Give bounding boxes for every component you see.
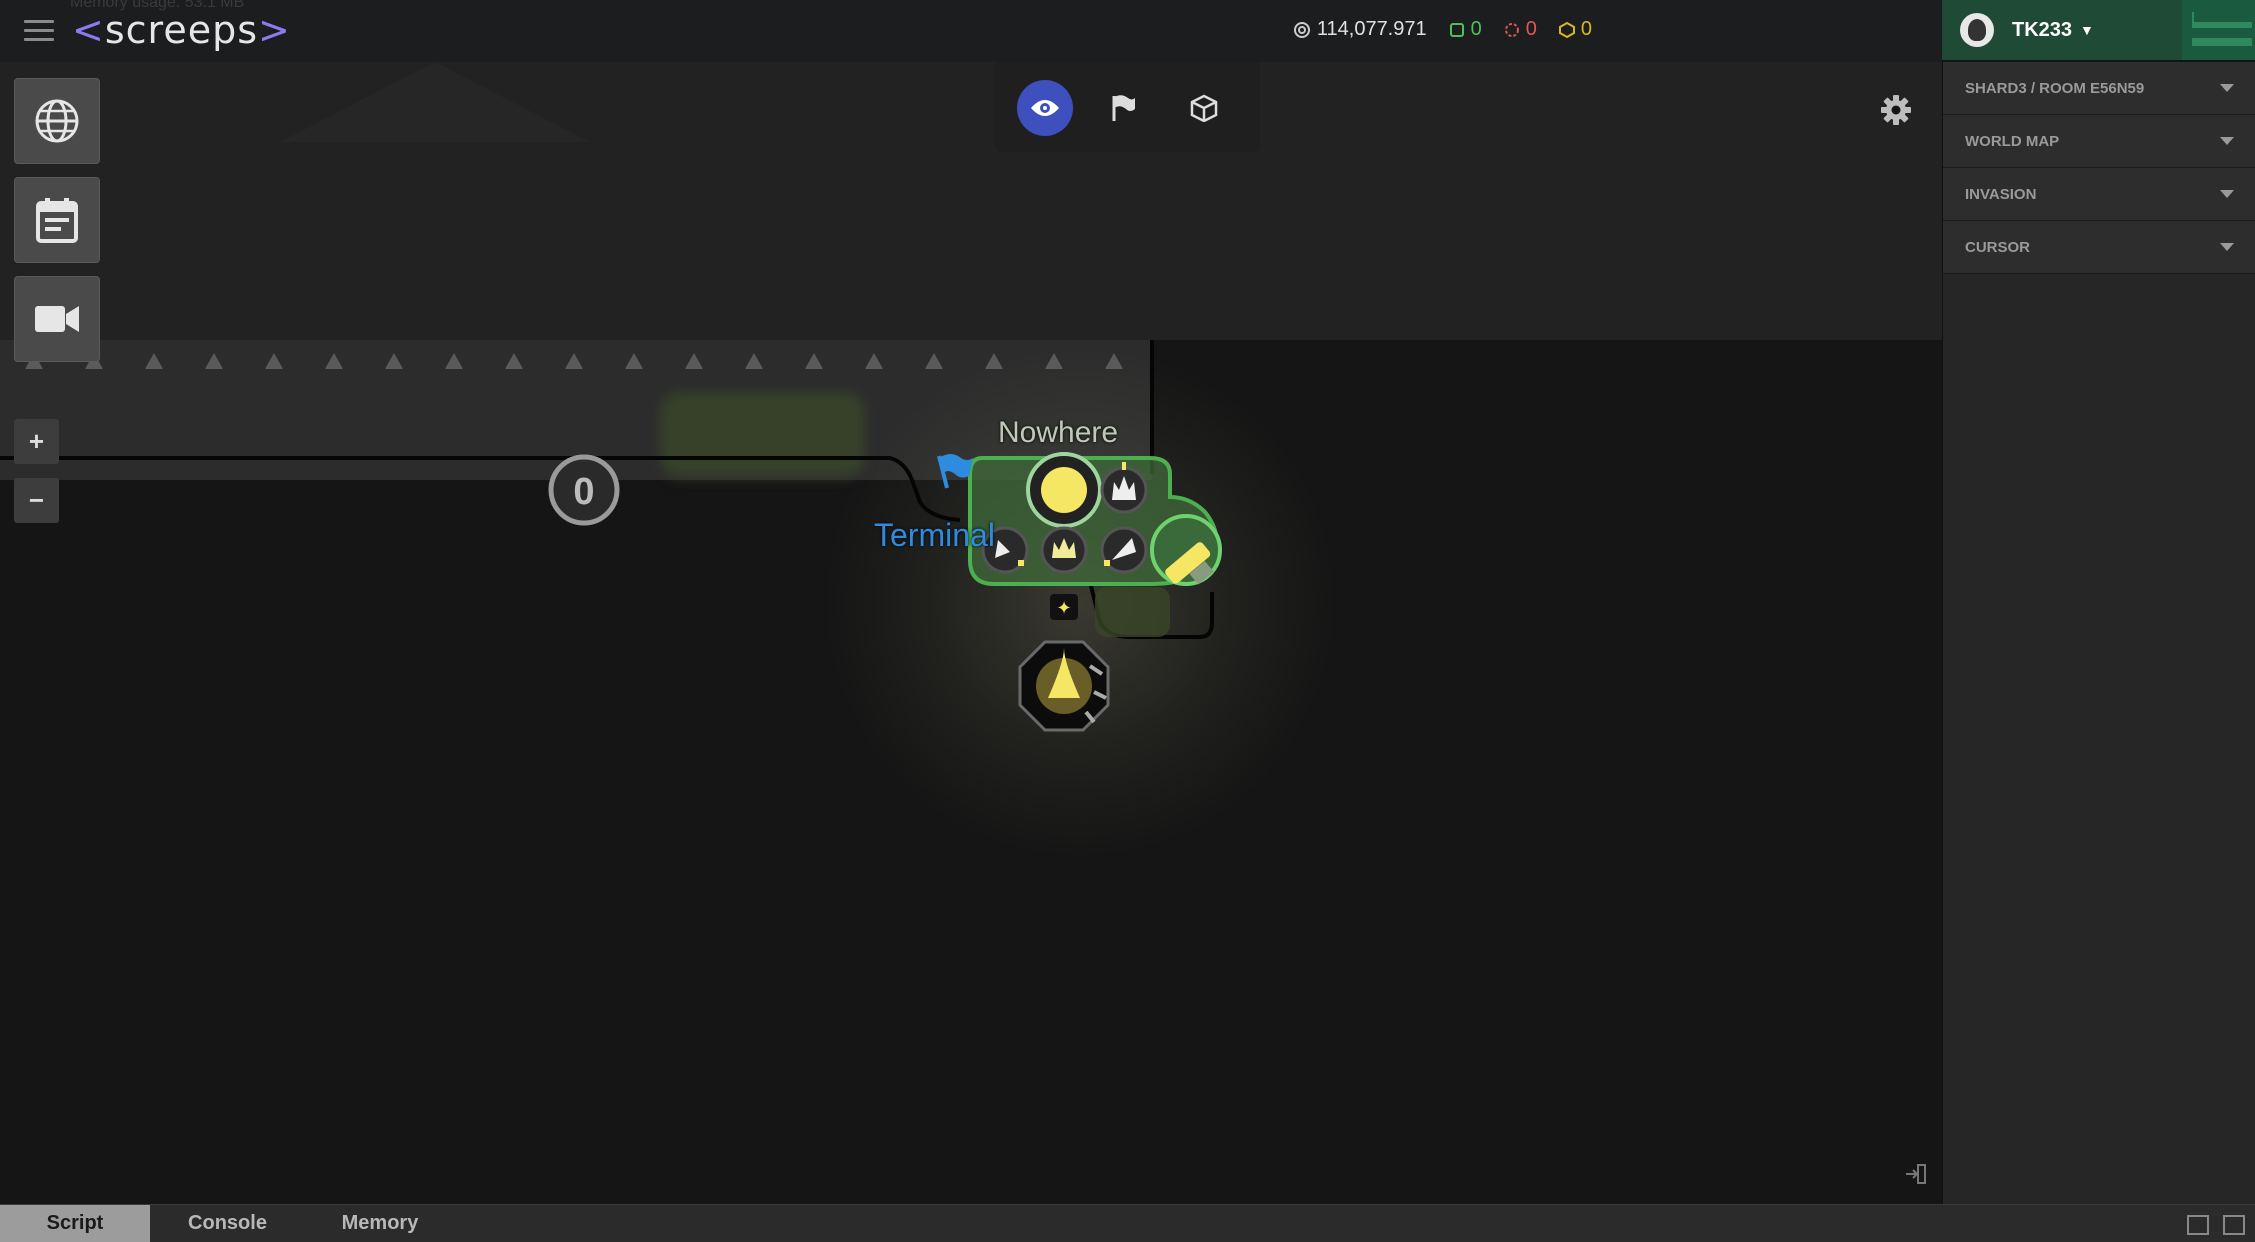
power-value: 0 bbox=[1525, 18, 1537, 40]
cpu[interactable]: 0 bbox=[1449, 18, 1482, 41]
zoom-in-button[interactable]: + bbox=[14, 419, 59, 464]
flag-icon bbox=[1112, 95, 1135, 121]
gear-icon[interactable] bbox=[1880, 94, 1912, 126]
spawn-energy bbox=[1041, 467, 1087, 513]
credits-icon bbox=[1293, 21, 1310, 38]
menu-icon[interactable] bbox=[24, 20, 54, 42]
bottom-bar: Script Console Memory bbox=[0, 1204, 2255, 1242]
tab-script[interactable]: Script bbox=[0, 1205, 150, 1242]
logo[interactable]: <screeps> bbox=[72, 8, 291, 52]
mode-toolbar bbox=[995, 62, 1260, 152]
link-spark: ✦ bbox=[1056, 598, 1071, 618]
zoom-out-button[interactable]: − bbox=[14, 478, 59, 523]
chevron-down-icon bbox=[2220, 243, 2234, 251]
credits[interactable]: 114,077.971 bbox=[1293, 18, 1427, 41]
room-structures: 0 ✦ bbox=[0, 340, 1222, 732]
user-menu[interactable]: TK233 ▼ bbox=[1942, 0, 2182, 60]
chevron-down-icon bbox=[2220, 137, 2234, 145]
logo-right-bracket: > bbox=[258, 8, 291, 52]
chevron-down-icon bbox=[2220, 190, 2234, 198]
panel-title: CURSOR bbox=[1965, 238, 2031, 256]
power-icon bbox=[1504, 22, 1519, 37]
energy-mark bbox=[1122, 462, 1126, 470]
room-viewport[interactable]: 0 ✦ Nowhere Terminal + − bbox=[0, 62, 1942, 1204]
tab-memory[interactable]: Memory bbox=[310, 1205, 450, 1242]
chevron-down-icon bbox=[2220, 84, 2234, 92]
energy-mark bbox=[1018, 560, 1024, 566]
credits-value: 114,077.971 bbox=[1316, 18, 1427, 40]
chevron-down-icon: ▼ bbox=[2080, 22, 2094, 38]
panel-cursor[interactable]: CURSOR bbox=[1943, 221, 2255, 274]
restore-icon[interactable] bbox=[2187, 1215, 2209, 1235]
panel-room-info[interactable]: SHARD3 / ROOM E56N59 bbox=[1943, 62, 2255, 115]
power[interactable]: 0 bbox=[1504, 18, 1537, 41]
flag-mode-button[interactable] bbox=[1095, 80, 1151, 136]
cpu-icon bbox=[1449, 22, 1464, 37]
room-owner-label: Nowhere bbox=[998, 416, 1119, 449]
video-icon bbox=[35, 306, 79, 332]
right-panel: SHARD3 / ROOM E56N59 WORLD MAP INVASION … bbox=[1942, 62, 2255, 1241]
top-bar: Memory usage: 53.1 MB <screeps> 114,077.… bbox=[0, 0, 1942, 63]
exit-icon[interactable] bbox=[1904, 1162, 1928, 1186]
minimap[interactable] bbox=[2182, 0, 2255, 60]
calendar-icon bbox=[36, 198, 78, 243]
eye-icon bbox=[1031, 100, 1059, 116]
pixels[interactable]: 0 bbox=[1558, 18, 1592, 41]
replay-button[interactable] bbox=[14, 276, 100, 362]
energy-mark bbox=[1104, 560, 1110, 566]
cube-icon bbox=[1190, 94, 1218, 122]
panel-title: SHARD3 / ROOM E56N59 bbox=[1965, 79, 2145, 97]
logo-text: screeps bbox=[104, 8, 258, 52]
panel-title: INVASION bbox=[1965, 185, 2037, 203]
panel-invasion[interactable]: INVASION bbox=[1943, 168, 2255, 221]
controller-level: 0 bbox=[573, 471, 594, 513]
swamp-patch bbox=[1095, 587, 1170, 637]
panel-world-map[interactable]: WORLD MAP bbox=[1943, 115, 2255, 168]
panel-title: WORLD MAP bbox=[1965, 132, 2060, 150]
cpu-value: 0 bbox=[1470, 18, 1482, 40]
globe-icon bbox=[35, 99, 79, 143]
pixels-value: 0 bbox=[1580, 18, 1592, 40]
avatar bbox=[1960, 13, 1994, 47]
view-mode-button[interactable] bbox=[1017, 80, 1073, 136]
logo-left-bracket: < bbox=[72, 8, 105, 52]
panel-controls bbox=[2187, 1215, 2245, 1235]
events-button[interactable] bbox=[14, 177, 100, 263]
wall-outline bbox=[0, 456, 961, 522]
world-map-button[interactable] bbox=[14, 78, 100, 164]
maximize-icon[interactable] bbox=[2223, 1215, 2245, 1235]
tab-console[interactable]: Console bbox=[160, 1205, 295, 1242]
resources: 114,077.971 0 0 0 bbox=[1293, 18, 1592, 41]
pixel-icon bbox=[1558, 21, 1575, 38]
construct-mode-button[interactable] bbox=[1176, 80, 1232, 136]
username: TK233 bbox=[2012, 18, 2073, 41]
flag-icon bbox=[937, 454, 973, 489]
flag-label[interactable]: Terminal bbox=[874, 517, 995, 554]
